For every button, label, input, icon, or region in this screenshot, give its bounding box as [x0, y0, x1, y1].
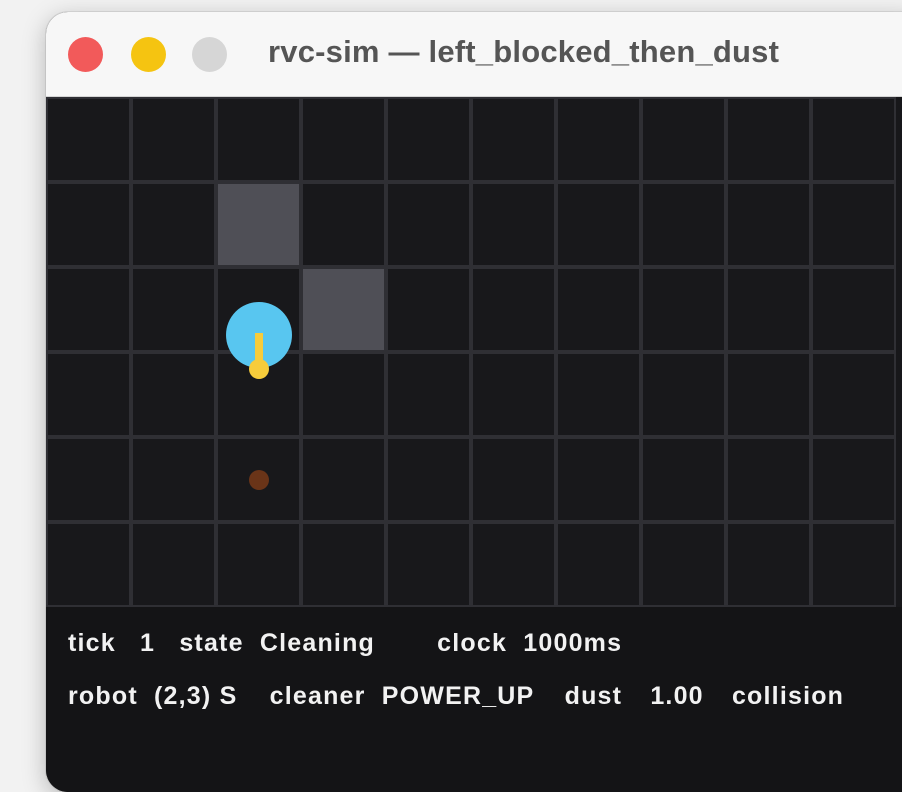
grid-cell	[471, 522, 556, 607]
grid-cell	[386, 182, 471, 267]
grid-cell	[46, 352, 131, 437]
grid-cell	[556, 352, 641, 437]
grid-cell	[301, 182, 386, 267]
grid-cell	[471, 352, 556, 437]
grid-cell	[641, 267, 726, 352]
grid-cell	[301, 97, 386, 182]
grid-cell	[471, 97, 556, 182]
minimize-button[interactable]	[131, 37, 166, 72]
grid-cell	[131, 182, 216, 267]
grid-cell	[131, 522, 216, 607]
state-label: state	[179, 629, 244, 657]
grid-cell	[471, 182, 556, 267]
grid-cell	[471, 267, 556, 352]
grid-cell	[46, 182, 131, 267]
close-button[interactable]	[68, 37, 103, 72]
grid-cell	[726, 522, 811, 607]
tick-value: 1	[140, 629, 156, 657]
grid-cell	[386, 352, 471, 437]
grid-cell	[301, 352, 386, 437]
collision-label: collision	[731, 682, 845, 710]
grid-cell	[386, 437, 471, 522]
grid-cell	[641, 352, 726, 437]
grid-cell	[471, 437, 556, 522]
grid-cell	[131, 267, 216, 352]
grid-cell	[216, 522, 301, 607]
grid-cell	[556, 522, 641, 607]
grid-cell	[726, 352, 811, 437]
grid-cell	[131, 437, 216, 522]
grid-cell	[46, 97, 131, 182]
grid-cell	[811, 352, 896, 437]
grid-cell	[726, 97, 811, 182]
grid-cell	[556, 437, 641, 522]
robot-label: robot	[68, 682, 138, 710]
dust-marker	[248, 469, 269, 490]
grid-cell	[301, 437, 386, 522]
grid-cell	[641, 97, 726, 182]
cleaner-value: POWER_UP	[381, 682, 535, 710]
zoom-button[interactable]	[192, 37, 227, 72]
grid-cell	[46, 522, 131, 607]
status-panel: tick 1 state Cleaning clock 1000ms robot…	[46, 607, 902, 792]
obstacle-cell	[301, 267, 386, 352]
window-title: rvc-sim — left_blocked_then_dust	[268, 34, 780, 69]
grid-cell	[811, 182, 896, 267]
grid-cell	[726, 267, 811, 352]
app-window: rvc-sim — left_blocked_then_dust tick 1 …	[46, 12, 902, 792]
grid-cell	[811, 267, 896, 352]
grid-cell	[726, 437, 811, 522]
title-bar[interactable]: rvc-sim — left_blocked_then_dust	[46, 12, 902, 97]
grid-cell	[301, 522, 386, 607]
grid-cell	[811, 97, 896, 182]
grid-cell	[386, 97, 471, 182]
robot-value: (2,3) S	[154, 682, 238, 710]
grid-cell	[46, 437, 131, 522]
grid-cell	[641, 522, 726, 607]
cleaner-label: cleaner	[269, 682, 366, 710]
status-line-1: tick 1 state Cleaning clock 1000ms	[68, 629, 638, 658]
grid-cell	[131, 97, 216, 182]
simulation-grid	[46, 97, 902, 607]
dust-label: dust	[564, 682, 623, 710]
obstacle-cell	[216, 182, 301, 267]
grid-cell	[641, 437, 726, 522]
grid-cell	[46, 267, 131, 352]
grid-cell	[386, 267, 471, 352]
grid-cell	[216, 97, 301, 182]
state-value: Cleaning	[259, 629, 376, 657]
clock-label: clock	[437, 629, 508, 657]
grid-cell	[131, 352, 216, 437]
grid-cell	[811, 522, 896, 607]
robot-heading-tip	[248, 359, 269, 379]
tick-label: tick	[68, 629, 116, 657]
grid-cell	[556, 267, 641, 352]
clock-value: 1000ms	[523, 629, 623, 657]
grid-cell	[556, 97, 641, 182]
grid-cell	[811, 437, 896, 522]
grid-cell	[556, 182, 641, 267]
grid-cell	[641, 182, 726, 267]
grid-cell	[386, 522, 471, 607]
dust-value: 1.00	[650, 682, 704, 710]
grid-cell	[726, 182, 811, 267]
status-line-2: robot (2,3) S cleaner POWER_UP dust 1.00…	[68, 682, 860, 711]
